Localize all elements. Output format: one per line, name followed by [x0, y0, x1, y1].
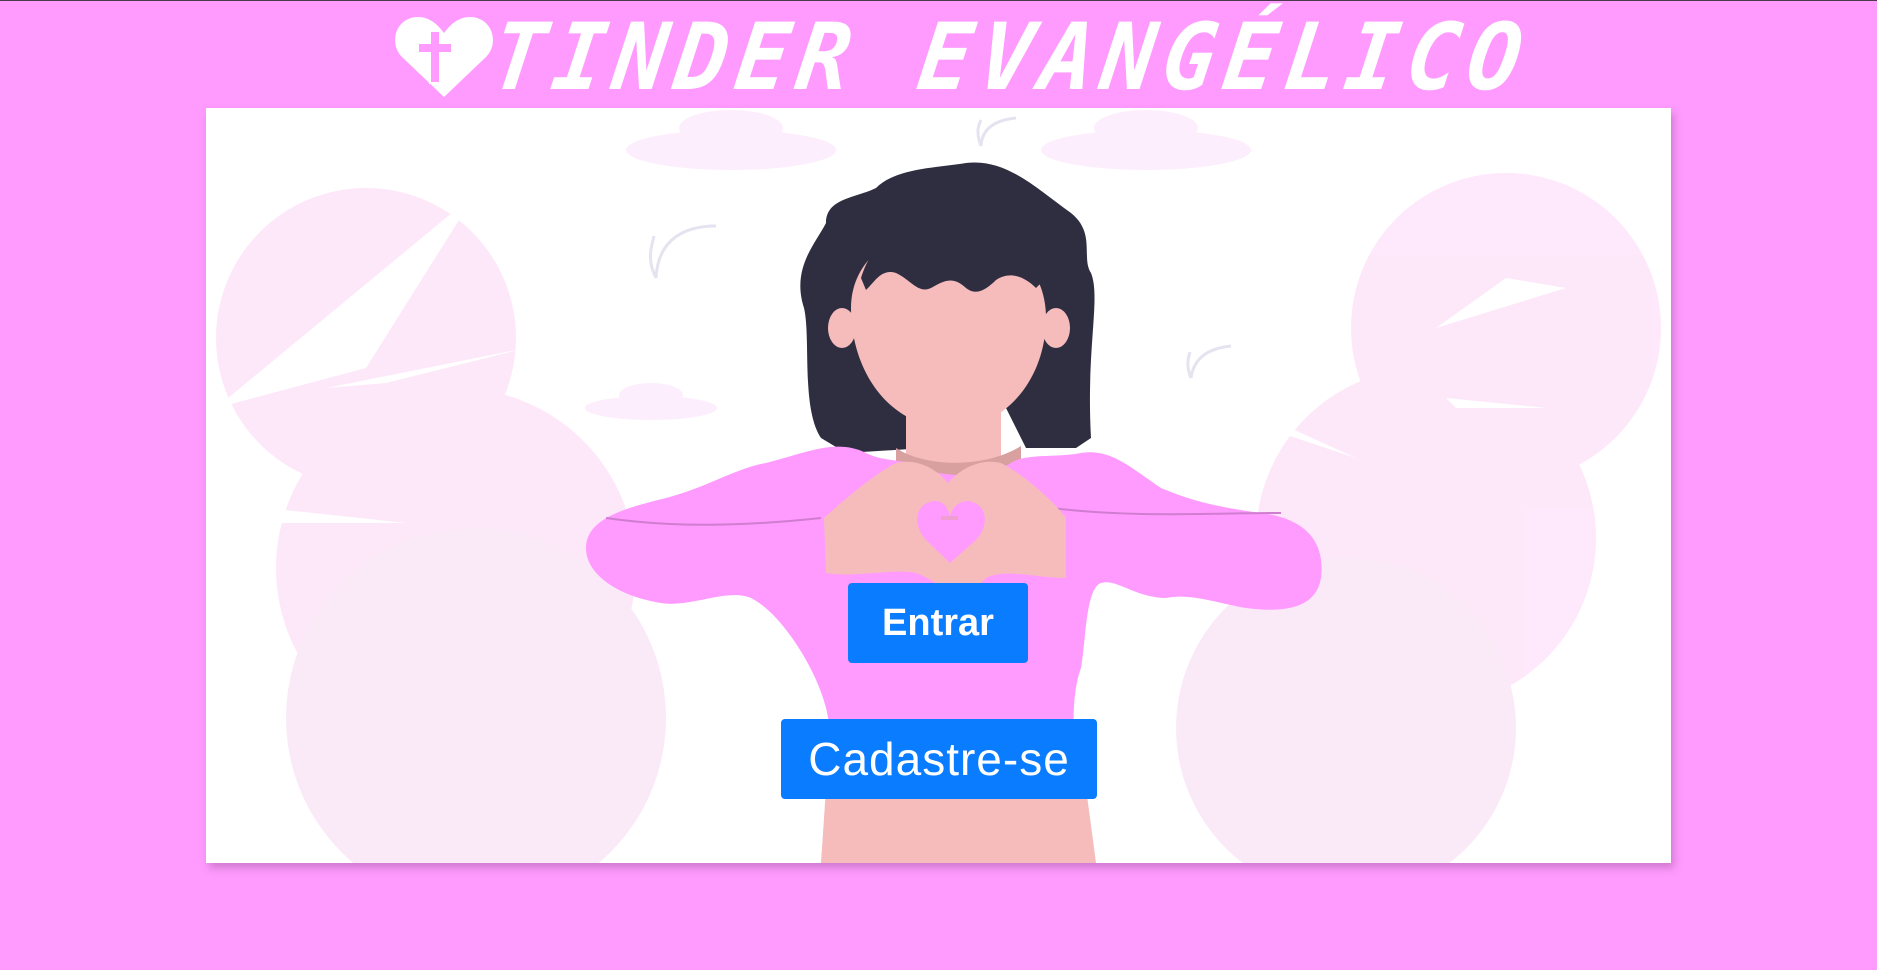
app-title: TINDER EVANGÉLICO: [485, 2, 1537, 112]
hero-panel: Entrar Cadastre-se: [206, 108, 1671, 863]
heart-cross-icon: [395, 17, 493, 97]
signup-button[interactable]: Cadastre-se: [781, 719, 1097, 799]
login-button[interactable]: Entrar: [848, 583, 1028, 663]
header: TINDER EVANGÉLICO: [0, 0, 1877, 112]
